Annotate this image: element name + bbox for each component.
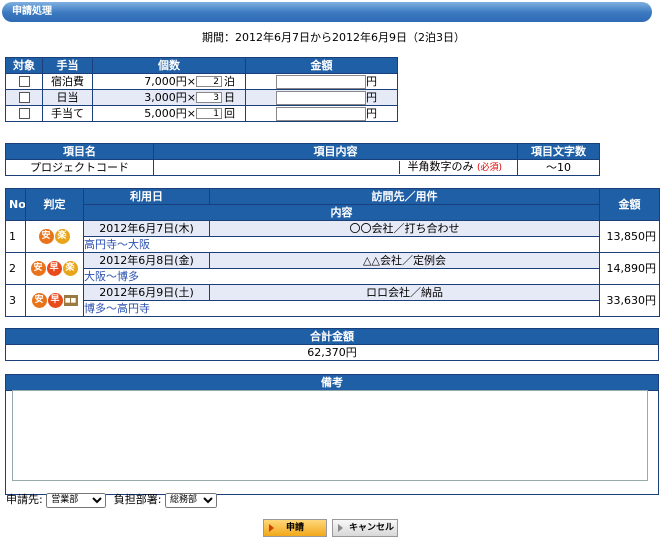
dept-select[interactable]: 総務部 <box>164 492 217 508</box>
allowance-row: 宿泊費 7,000円× 2 泊 円 <box>5 73 398 90</box>
quantity-input[interactable]: 3 <box>196 92 222 103</box>
yen-label: 円 <box>366 106 377 120</box>
header-detail: 内容 <box>83 204 600 221</box>
yen-label: 円 <box>366 90 377 104</box>
allowance-table: 対象 手当 個数 金額 宿泊費 7,000円× 2 泊 円 日当 3,000円× 3 日… <box>5 57 398 122</box>
allowance-name: 手当て <box>42 105 93 122</box>
header-date: 利用日 <box>83 188 210 205</box>
badge-fast-icon: 早 <box>47 293 63 308</box>
badge-fast-icon: 早 <box>46 261 62 276</box>
header-item-length: 項目文字数 <box>517 143 600 160</box>
header-remarks: 備考 <box>5 374 659 391</box>
badge-easy-icon: 楽 <box>62 261 78 276</box>
page-title: 申請処理 <box>12 6 52 17</box>
header-amount: 金額 <box>245 57 398 74</box>
applicant-select[interactable]: 営業部 <box>46 492 107 508</box>
cancel-button[interactable]: キャンセル <box>332 519 398 537</box>
header-item-name: 項目名 <box>5 143 154 160</box>
trip-date: 2012年6月9日(土) <box>83 284 210 301</box>
play-icon <box>338 524 343 532</box>
play-icon <box>269 524 274 532</box>
trip-visit: ロロ会社／納品 <box>209 284 600 301</box>
header-target: 対象 <box>5 57 43 74</box>
item-hint: 半角数字のみ <box>407 160 474 174</box>
remarks-textarea[interactable] <box>12 390 648 481</box>
unit-price: 3,000円× <box>144 90 196 104</box>
footer-selectors: 申請先: 営業部 負担部署: 総務部 <box>6 491 217 508</box>
dept-label: 負担部署: <box>113 493 162 506</box>
total-value: 62,370円 <box>5 344 659 361</box>
period-text: 期間：2012年6月7日から2012年6月9日（2泊3日） <box>202 31 465 44</box>
item-content-input[interactable] <box>155 160 400 174</box>
trip-no: 2 <box>5 252 26 285</box>
trip-no: 3 <box>5 284 26 317</box>
required-mark: (必須) <box>477 163 503 173</box>
badge-cheap-icon: 安 <box>30 261 46 276</box>
trip-visit: △△会社／定例会 <box>209 252 600 269</box>
trip-date: 2012年6月7日(木) <box>83 220 210 237</box>
quantity-input[interactable]: 1 <box>196 108 222 119</box>
trip-route-link[interactable]: 大阪～博多 <box>83 268 600 285</box>
amount-input[interactable] <box>276 90 366 105</box>
unit-label: 日 <box>224 90 235 104</box>
target-checkbox[interactable] <box>18 108 30 119</box>
trip-amount: 14,890円 <box>599 252 660 285</box>
unit-price: 5,000円× <box>144 106 196 120</box>
applicant-label: 申請先: <box>6 493 43 506</box>
target-checkbox[interactable] <box>18 92 30 103</box>
yen-label: 円 <box>366 74 377 88</box>
header-no: No <box>5 188 26 221</box>
trip-amount: 33,630円 <box>599 284 660 317</box>
item-table: 項目名 項目内容 項目文字数 プロジェクトコード 半角数字のみ (必須) ～10 <box>5 143 600 176</box>
trip-judge: 安楽 <box>25 220 84 253</box>
trip-route-link[interactable]: 博多～高円寺 <box>83 300 600 317</box>
quantity-input[interactable]: 2 <box>196 76 222 87</box>
header-allowance: 手当 <box>42 57 93 74</box>
apply-button[interactable]: 申請 <box>263 519 327 537</box>
item-name: プロジェクトコード <box>5 159 154 176</box>
trip-amount: 13,850円 <box>599 220 660 253</box>
header-visit: 訪問先／用件 <box>209 188 600 205</box>
allowance-row: 日当 3,000円× 3 日 円 <box>5 89 398 106</box>
unit-price: 7,000円× <box>144 74 196 88</box>
badge-easy-icon: 楽 <box>54 229 70 244</box>
trip-visit: 〇〇会社／打ち合わせ <box>209 220 600 237</box>
badge-other-icon: ■■ <box>63 295 78 306</box>
amount-input[interactable] <box>276 74 366 89</box>
unit-label: 泊 <box>224 74 235 88</box>
trip-row: 1 安楽 2012年6月7日(木) 〇〇会社／打ち合わせ 13,850円 <box>5 220 660 253</box>
total-table: 合計金額 62,370円 <box>5 328 659 361</box>
header-count: 個数 <box>92 57 246 74</box>
target-checkbox[interactable] <box>18 76 30 87</box>
amount-input[interactable] <box>276 106 366 121</box>
trip-date: 2012年6月8日(金) <box>83 252 210 269</box>
header-judge: 判定 <box>25 188 84 221</box>
header-item-content: 項目内容 <box>153 143 518 160</box>
item-length: ～10 <box>517 159 600 176</box>
header-amount: 金額 <box>599 188 660 221</box>
trip-row: 2 安早楽 2012年6月8日(金) △△会社／定例会 14,890円 <box>5 252 660 285</box>
page-title-bar: 申請処理 <box>2 2 652 22</box>
unit-label: 回 <box>224 106 235 120</box>
trip-no: 1 <box>5 220 26 253</box>
header-total: 合計金額 <box>5 328 659 345</box>
trip-row: 3 安早 ■■ 2012年6月9日(土) ロロ会社／納品 33,630円 <box>5 284 660 317</box>
allowance-name: 宿泊費 <box>42 73 93 90</box>
badge-cheap-icon: 安 <box>38 229 54 244</box>
badge-cheap-icon: 安 <box>31 293 47 308</box>
allowance-name: 日当 <box>42 89 93 106</box>
trip-judge: 安早 ■■ <box>25 284 84 317</box>
trips-table: No 判定 利用日 訪問先／用件 金額 内容 1 安楽 2012年6月7日(木)… <box>5 188 660 317</box>
allowance-row: 手当て 5,000円× 1 回 円 <box>5 105 398 122</box>
trip-judge: 安早楽 <box>25 252 84 285</box>
trip-route-link[interactable]: 高円寺～大阪 <box>83 236 600 253</box>
